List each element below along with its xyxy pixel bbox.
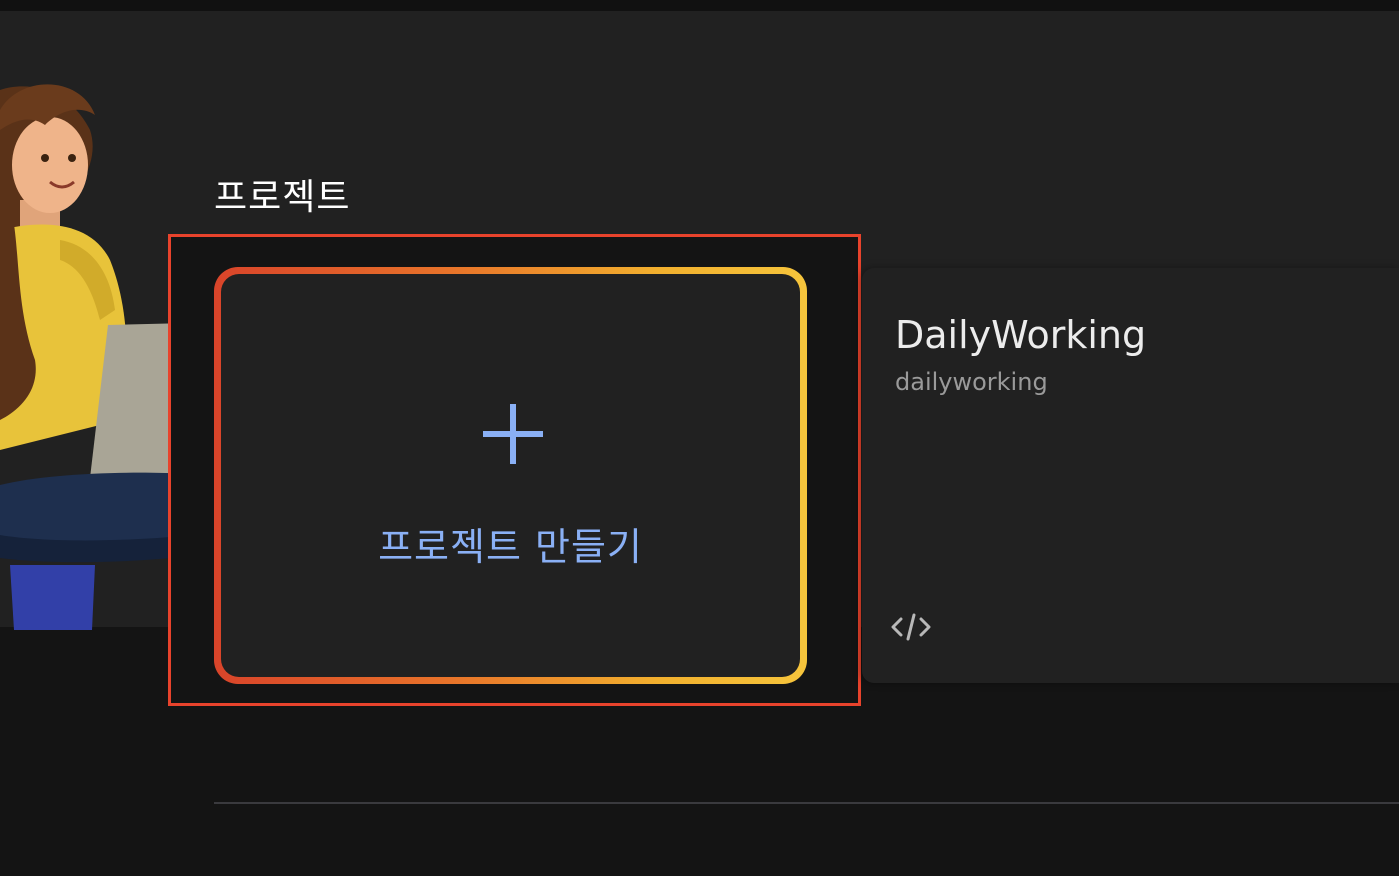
top-bar [0,0,1399,11]
project-name: DailyWorking [895,313,1147,357]
create-project-button[interactable]: 프로젝트 만들기 [214,267,807,684]
create-project-label: 프로젝트 만들기 [378,525,643,569]
section-title: 프로젝트 [214,177,351,218]
project-id: dailyworking [895,368,1048,396]
plus-icon [483,404,543,464]
create-project-card-body: 프로젝트 만들기 [221,274,800,677]
project-card-dailyworking[interactable]: DailyWorking dailyworking [862,268,1399,683]
code-icon [891,613,931,641]
section-divider [214,802,1399,804]
